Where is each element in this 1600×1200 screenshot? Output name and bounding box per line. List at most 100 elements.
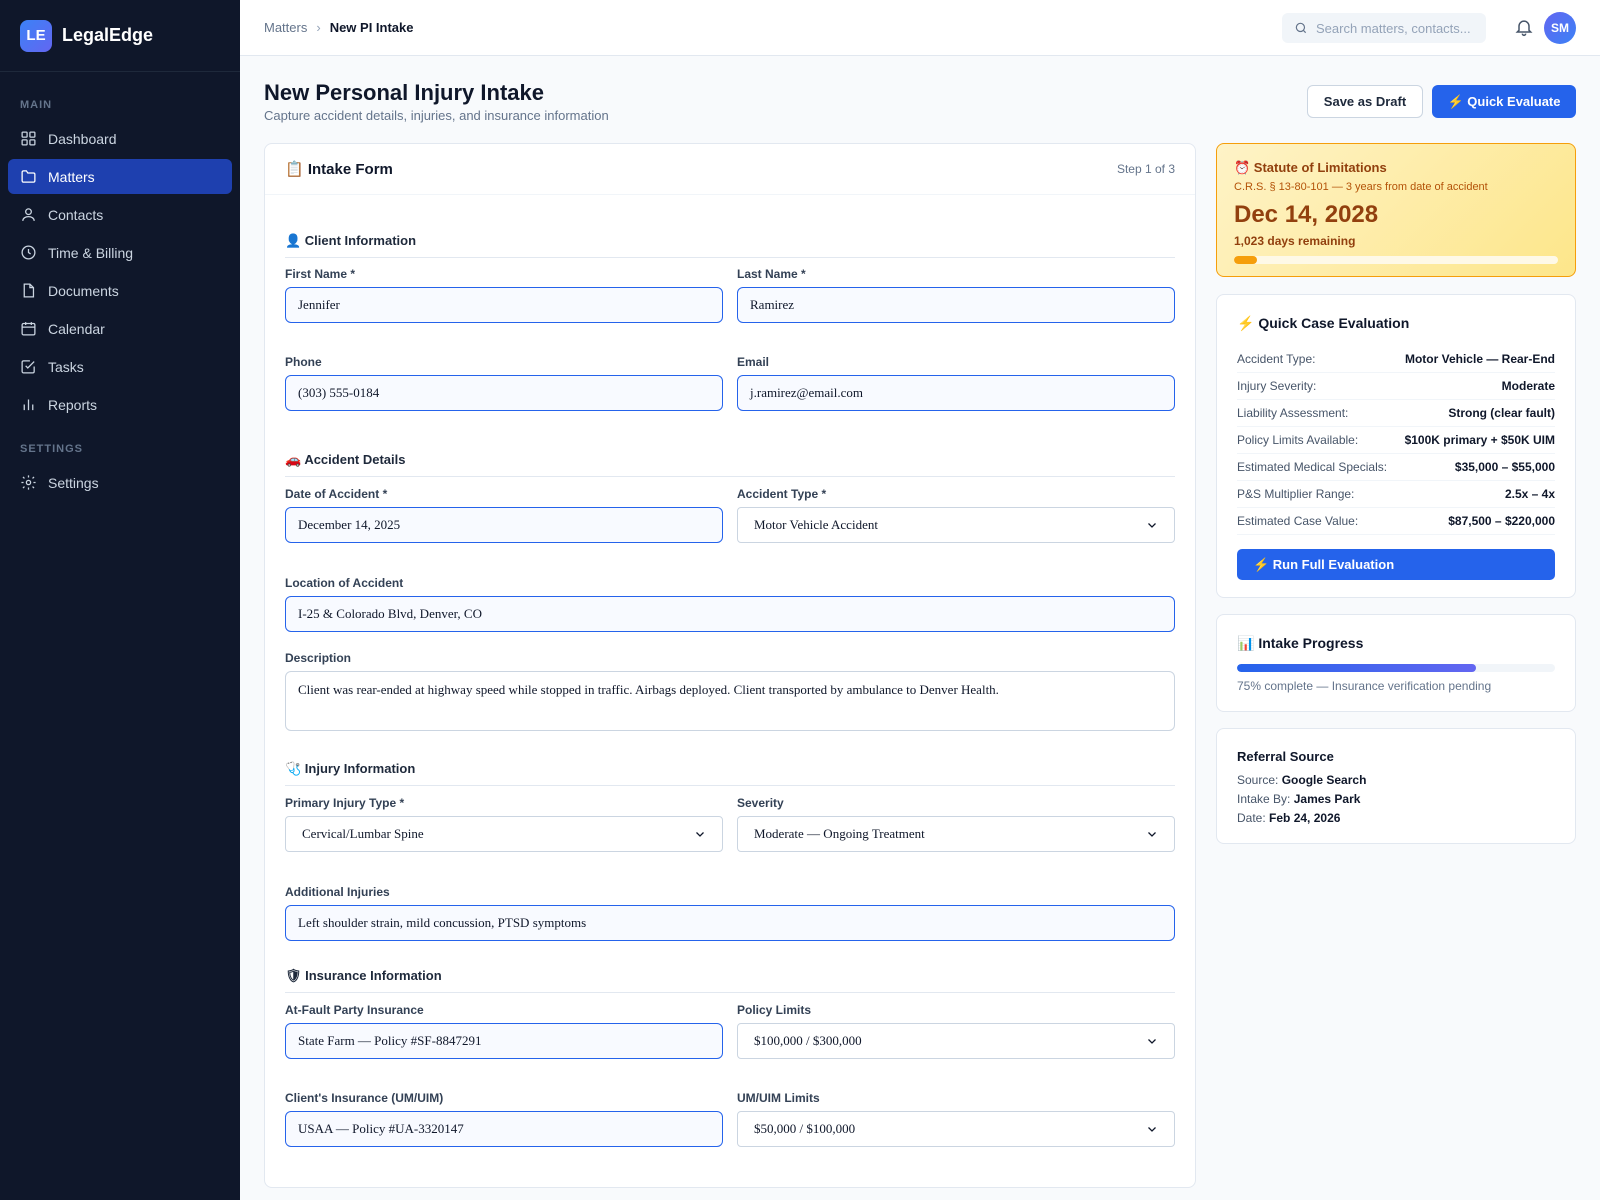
- section-injury-information: 🩺 Injury Information: [285, 761, 1175, 786]
- client-insurance-label: Client's Insurance (UM/UIM): [285, 1091, 444, 1105]
- sidebar-item-documents[interactable]: Documents: [8, 273, 232, 308]
- sidebar-item-tasks[interactable]: Tasks: [8, 349, 232, 384]
- search-icon: [1295, 22, 1307, 34]
- gear-icon: [21, 475, 36, 490]
- accident-type-select[interactable]: Motor Vehicle Accident: [737, 507, 1175, 543]
- location-label: Location of Accident: [285, 576, 404, 590]
- sidebar-item-calendar[interactable]: Calendar: [8, 311, 232, 346]
- first-name-input[interactable]: Jennifer: [285, 287, 723, 323]
- nav-section-main: MAIN: [20, 99, 53, 111]
- description-textarea[interactable]: Client was rear-ended at highway speed w…: [285, 671, 1175, 731]
- referral-intake-label: Intake By:: [1237, 792, 1291, 806]
- evaluation-row: Liability Assessment: Strong (clear fault…: [1237, 400, 1555, 427]
- uim-limits-select[interactable]: $50,000 / $100,000: [737, 1111, 1175, 1147]
- uim-limits-label: UM/UIM Limits: [737, 1091, 820, 1105]
- section-client-information: 👤 Client Information: [285, 233, 1175, 258]
- evaluation-row: Estimated Medical Specials: $35,000 – $55…: [1237, 454, 1555, 481]
- notifications-button[interactable]: [1514, 17, 1536, 39]
- evaluation-title: ⚡ Quick Case Evaluation: [1237, 315, 1410, 331]
- chevron-right-icon: ›: [316, 20, 321, 35]
- sidebar-item-label: Documents: [48, 282, 119, 299]
- email-input[interactable]: j.ramirez@email.com: [737, 375, 1175, 411]
- evaluation-row: Estimated Case Value: $87,500 – $220,000: [1237, 508, 1555, 535]
- evaluation-row-value: Motor Vehicle — Rear-End: [1404, 352, 1555, 366]
- brand-logo: LE: [20, 19, 52, 52]
- sidebar-item-matters[interactable]: Matters: [8, 159, 232, 194]
- evaluation-row-label: P&S Multiplier Range:: [1237, 487, 1355, 501]
- policy-limits-select[interactable]: $100,000 / $300,000: [737, 1023, 1175, 1059]
- evaluation-row-value: Moderate: [1501, 379, 1555, 393]
- sidebar-item-dashboard[interactable]: Dashboard: [8, 121, 232, 156]
- evaluation-row-value: $100K primary + $50K UIM: [1404, 433, 1555, 447]
- accident-date-label: Date of Accident *: [285, 487, 388, 501]
- evaluation-row-value: $87,500 – $220,000: [1448, 514, 1555, 528]
- document-icon: [23, 283, 35, 298]
- sol-title: ⏰ Statute of Limitations: [1234, 160, 1387, 175]
- sidebar-item-time-billing[interactable]: Time & Billing: [8, 235, 232, 270]
- uim-limits-value: $50,000 / $100,000: [754, 1121, 856, 1136]
- phone-input[interactable]: (303) 555-0184: [285, 375, 723, 411]
- clock-icon: [21, 245, 36, 260]
- sidebar-item-label: Matters: [48, 168, 95, 185]
- location-input[interactable]: I-25 & Colorado Blvd, Denver, CO: [285, 596, 1175, 632]
- evaluation-row: Policy Limits Available: $100K primary + …: [1237, 427, 1555, 454]
- last-name-input[interactable]: Ramirez: [737, 287, 1175, 323]
- intake-progress-fill: [1237, 664, 1476, 672]
- email-label: Email: [737, 355, 770, 369]
- evaluation-row-label: Policy Limits Available:: [1237, 433, 1359, 447]
- atfault-insurance-input[interactable]: State Farm — Policy #SF-8847291: [285, 1023, 723, 1059]
- severity-select[interactable]: Moderate — Ongoing Treatment: [737, 816, 1175, 852]
- run-full-evaluation-button[interactable]: ⚡ Run Full Evaluation: [1237, 549, 1555, 580]
- form-header: 📋 Intake Form Step 1 of 3: [265, 144, 1195, 195]
- client-insurance-input[interactable]: USAA — Policy #UA-3320147: [285, 1111, 723, 1147]
- evaluation-row: P&S Multiplier Range: 2.5x – 4x: [1237, 481, 1555, 508]
- evaluation-row-value: 2.5x – 4x: [1504, 487, 1555, 501]
- atfault-insurance-label: At-Fault Party Insurance: [285, 1003, 424, 1017]
- search-input[interactable]: Search matters, contacts...: [1282, 13, 1486, 43]
- additional-injuries-label: Additional Injuries: [285, 885, 390, 899]
- sidebar-item-label: Reports: [48, 396, 98, 413]
- sol-progress-bar: [1234, 256, 1558, 264]
- intake-progress-card: 📊 Intake Progress 75% complete — Insuran…: [1216, 614, 1576, 712]
- evaluation-row: Injury Severity: Moderate: [1237, 373, 1555, 400]
- additional-injuries-input[interactable]: Left shoulder strain, mild concussion, P…: [285, 905, 1175, 941]
- brand[interactable]: LE LegalEdge: [0, 0, 240, 72]
- evaluation-rows: Accident Type: Motor Vehicle — Rear-End In…: [1237, 346, 1555, 535]
- referral-source-label: Source:: [1237, 773, 1279, 787]
- page-title: New Personal Injury Intake: [264, 80, 544, 105]
- quick-evaluate-button[interactable]: ⚡ Quick Evaluate: [1432, 85, 1576, 118]
- form-title: 📋 Intake Form: [285, 161, 393, 178]
- brand-name: LegalEdge: [62, 25, 154, 45]
- primary-injury-select[interactable]: Cervical/Lumbar Spine: [285, 816, 723, 852]
- sidebar-item-settings[interactable]: Settings: [8, 465, 232, 500]
- nav-section-settings: SETTINGS: [20, 443, 84, 455]
- severity-label: Severity: [737, 796, 784, 810]
- sidebar-item-label: Tasks: [48, 358, 84, 375]
- avatar[interactable]: SM: [1544, 12, 1576, 44]
- quick-evaluation-card: ⚡ Quick Case Evaluation Accident Type: Mo…: [1216, 294, 1576, 598]
- primary-injury-value: Cervical/Lumbar Spine: [302, 826, 424, 841]
- save-draft-button[interactable]: Save as Draft: [1307, 85, 1423, 118]
- intake-form-card: 📋 Intake Form Step 1 of 3 👤 Client Infor…: [264, 143, 1196, 1188]
- evaluation-row-label: Estimated Medical Specials:: [1237, 460, 1388, 474]
- phone-label: Phone: [285, 355, 322, 369]
- progress-text: 75% complete — Insurance verification pe…: [1237, 679, 1492, 693]
- referral-source-line: Source: Google Search: [1237, 773, 1555, 787]
- sidebar: LE LegalEdge MAIN Dashboard Matters Cont…: [0, 0, 240, 1200]
- evaluation-row-value: $35,000 – $55,000: [1454, 460, 1555, 474]
- description-label: Description: [285, 651, 352, 665]
- breadcrumb-parent[interactable]: Matters: [264, 20, 307, 35]
- accident-type-label: Accident Type *: [737, 487, 827, 501]
- referral-title: Referral Source: [1237, 749, 1334, 764]
- policy-limits-label: Policy Limits: [737, 1003, 812, 1017]
- bell-icon: [1515, 20, 1533, 37]
- referral-date-line: Date: Feb 24, 2026: [1237, 811, 1555, 825]
- primary-injury-label: Primary Injury Type *: [285, 796, 405, 810]
- page-subtitle: Capture accident details, injuries, and …: [264, 108, 609, 123]
- referral-intake-line: Intake By: James Park: [1237, 792, 1555, 806]
- chevron-down-icon: [696, 832, 704, 837]
- sidebar-item-reports[interactable]: Reports: [8, 387, 232, 422]
- sidebar-item-contacts[interactable]: Contacts: [8, 197, 232, 232]
- accident-date-input[interactable]: December 14, 2025: [285, 507, 723, 543]
- topbar: Matters › New PI Intake Search matters, …: [240, 0, 1600, 56]
